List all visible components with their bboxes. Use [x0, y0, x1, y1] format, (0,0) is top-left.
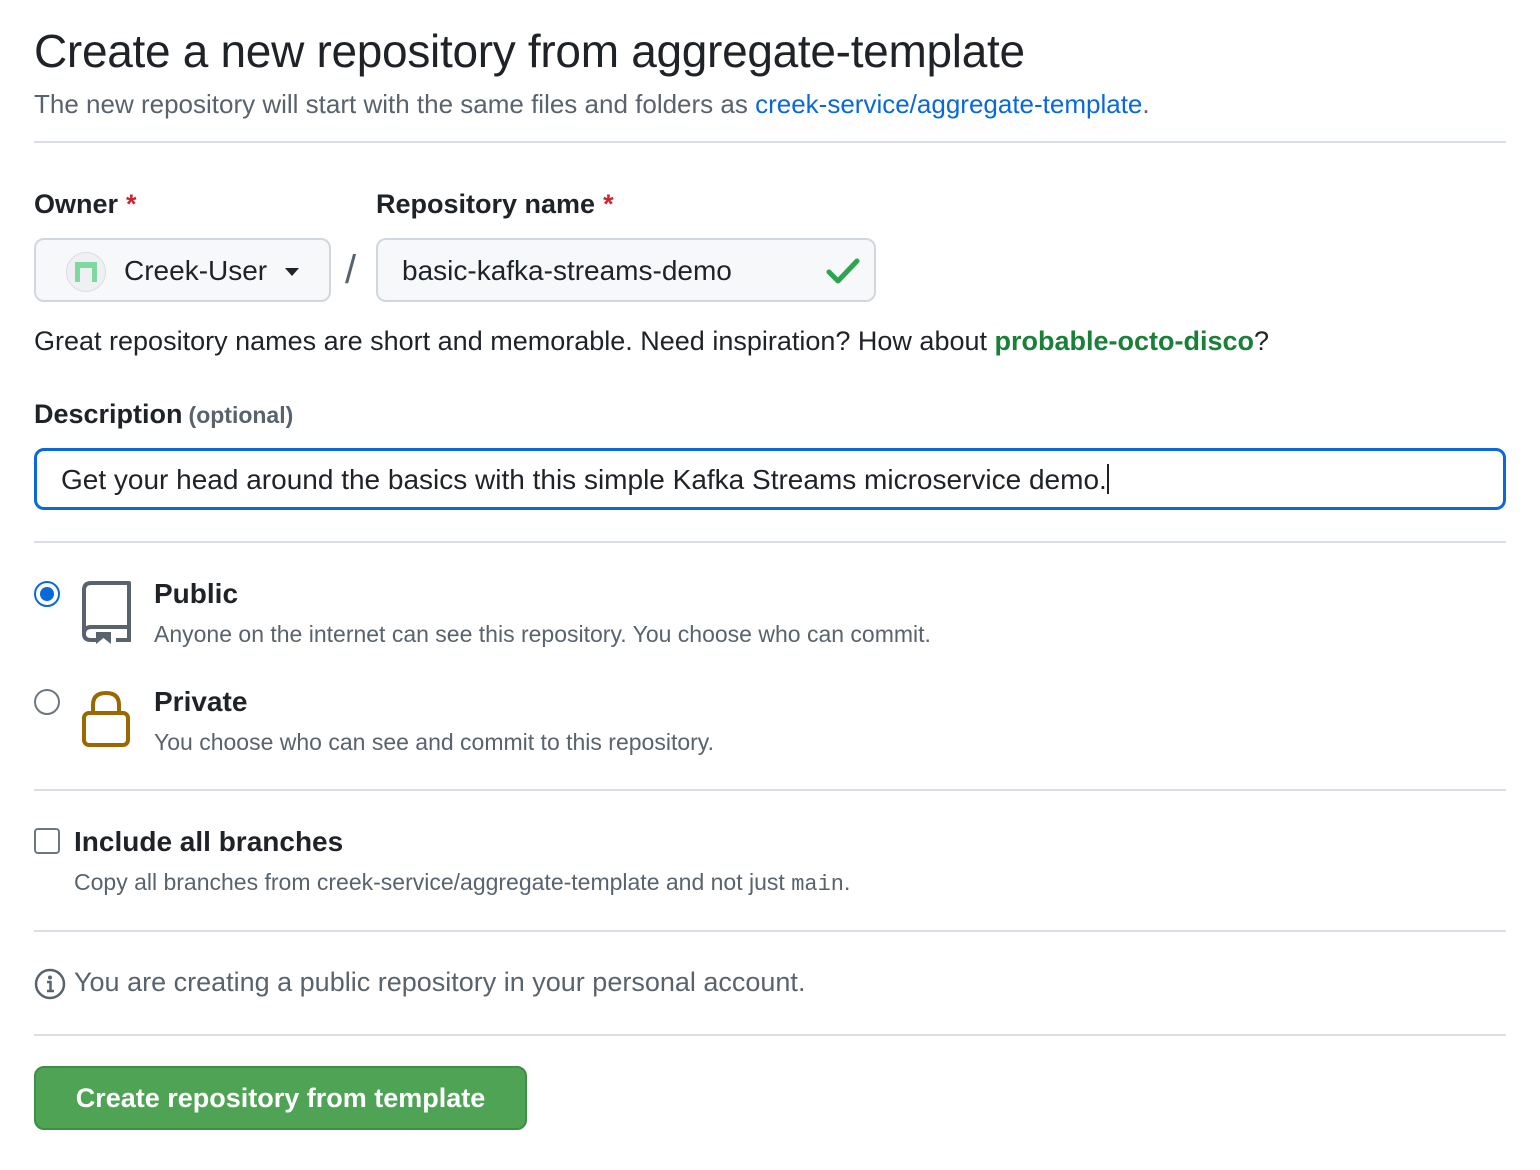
- public-title: Public: [154, 578, 239, 609]
- private-title: Private: [154, 686, 248, 717]
- hint-suffix: ?: [1254, 326, 1270, 356]
- divider: [34, 1034, 1506, 1036]
- template-link[interactable]: creek-service/aggregate-template: [755, 89, 1142, 119]
- public-description: Anyone on the internet can see this repo…: [154, 621, 931, 647]
- repo-name-hint: Great repository names are short and mem…: [34, 326, 1269, 357]
- create-repository-button[interactable]: Create repository from template: [34, 1066, 527, 1130]
- repo-name-input[interactable]: basic-kafka-streams-demo: [376, 238, 876, 302]
- branch-name: main: [791, 872, 845, 897]
- avatar-icon: [75, 262, 97, 282]
- divider: [34, 789, 1506, 791]
- private-radio[interactable]: [34, 689, 60, 715]
- description-value-wrap: Get your head around the basics with thi…: [61, 464, 1109, 496]
- owner-dropdown[interactable]: Creek-User: [34, 238, 331, 302]
- info-icon: [34, 968, 66, 1000]
- repo-name-label-text: Repository name: [376, 189, 596, 219]
- owner-selected: Creek-User: [124, 255, 268, 286]
- description-value: Get your head around the basics with thi…: [61, 464, 1107, 495]
- branches-desc-suffix: .: [844, 869, 851, 895]
- lock-icon: [82, 690, 130, 747]
- info-message: You are creating a public repository in …: [74, 967, 806, 997]
- subtitle-prefix: The new repository will start with the s…: [34, 89, 756, 119]
- public-radio[interactable]: [34, 581, 60, 607]
- include-all-branches-title: Include all branches: [74, 826, 344, 857]
- owner-repo-separator: /: [345, 248, 357, 292]
- text-cursor: [1106, 464, 1109, 494]
- owner-required-mark: *: [126, 189, 137, 219]
- description-label-text: Description: [34, 399, 183, 429]
- optional-tag: (optional): [188, 402, 294, 428]
- private-description: You choose who can see and commit to thi…: [154, 729, 714, 755]
- repo-name-value: basic-kafka-streams-demo: [402, 255, 732, 286]
- owner-label-text: Owner: [34, 189, 119, 219]
- divider: [34, 541, 1506, 543]
- branches-desc-prefix: Copy all branches from creek-service/agg…: [74, 869, 792, 895]
- page-subtitle: The new repository will start with the s…: [34, 89, 1150, 120]
- repo-name-label: Repository name *: [376, 189, 614, 220]
- owner-label: Owner *: [34, 189, 137, 220]
- subtitle-suffix: .: [1142, 89, 1150, 119]
- divider: [34, 930, 1506, 932]
- divider: [34, 141, 1506, 143]
- hint-prefix: Great repository names are short and mem…: [34, 326, 995, 356]
- include-all-branches-checkbox[interactable]: [34, 828, 60, 854]
- description-input[interactable]: Get your head around the basics with thi…: [34, 448, 1506, 510]
- include-all-branches-description: Copy all branches from creek-service/agg…: [74, 869, 850, 897]
- repo-book-icon: [82, 581, 131, 644]
- description-label: Description (optional): [34, 399, 293, 430]
- repo-name-required-mark: *: [603, 189, 614, 219]
- check-icon: [826, 258, 860, 284]
- name-suggestion-link[interactable]: probable-octo-disco: [995, 326, 1255, 356]
- avatar: [66, 252, 106, 292]
- chevron-down-icon: [285, 268, 299, 276]
- page-title: Create a new repository from aggregate-t…: [34, 25, 1025, 77]
